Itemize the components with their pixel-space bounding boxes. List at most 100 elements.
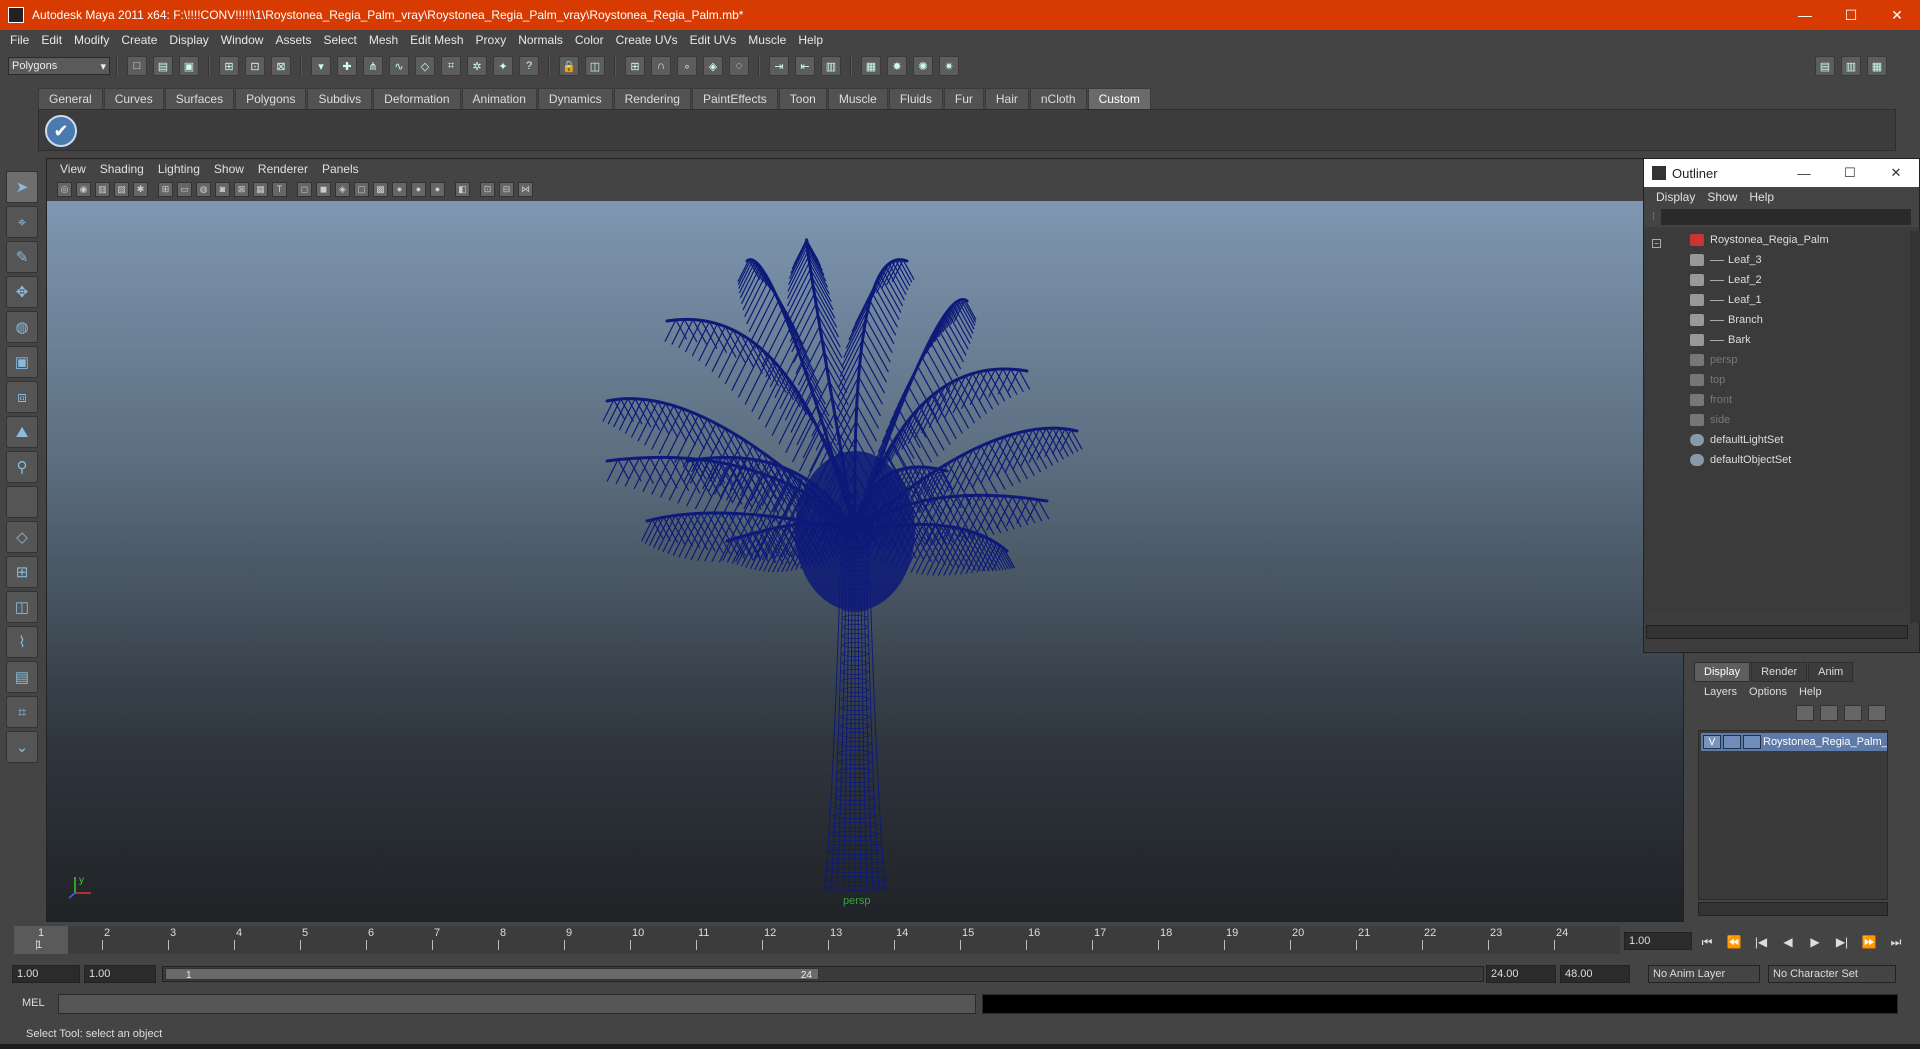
outliner-item-default-light-set[interactable]: defaultLightSet (1690, 431, 1783, 449)
outliner-item-front[interactable]: front (1690, 391, 1732, 409)
layer-horizontal-scrollbar[interactable] (1698, 902, 1888, 916)
layer-playback-toggle[interactable] (1723, 735, 1741, 749)
render-view-icon[interactable]: ▦ (861, 56, 881, 76)
shelf-tab-fur[interactable]: Fur (943, 88, 984, 109)
pick-rendering-icon[interactable]: ✦ (493, 56, 513, 76)
viewport-canvas[interactable]: y persp (47, 201, 1683, 921)
attribute-editor-toggle-icon[interactable]: ▤ (1815, 56, 1835, 76)
time-slider[interactable]: 1 1 2 3 4 5 6 7 8 9 10 11 12 13 14 15 16 17 18 19 20 21 22 23 2… (14, 926, 1620, 954)
safe-title-icon[interactable]: ▦ (253, 181, 268, 197)
viewport-menu-show[interactable]: Show (207, 162, 251, 176)
four-view-layout-icon[interactable]: ⊞ (6, 556, 38, 588)
viewport-menu-shading[interactable]: Shading (93, 162, 151, 176)
play-forwards-icon[interactable]: ▶ (1804, 932, 1826, 952)
select-tool-icon[interactable]: ➤ (6, 171, 38, 203)
shelf-tab-hair[interactable]: Hair (984, 88, 1029, 109)
grid-icon[interactable]: ⊞ (158, 181, 173, 197)
xray-icon[interactable]: ▢ (354, 181, 369, 197)
outliner-maximize-button[interactable]: ☐ (1827, 165, 1873, 181)
menu-edit[interactable]: Edit (35, 33, 68, 47)
menu-proxy[interactable]: Proxy (470, 33, 513, 47)
outliner-item-leaf-2[interactable]: Leaf_2 (1690, 271, 1762, 289)
anim-layer-selector[interactable]: No Anim Layer (1648, 965, 1760, 983)
menu-set-selector[interactable]: Polygons ▾ (8, 57, 110, 75)
outliner-item-branch[interactable]: Branch (1690, 311, 1763, 329)
new-empty-layer-icon[interactable] (1844, 705, 1862, 721)
shelf-tab-dynamics[interactable]: Dynamics (537, 88, 613, 109)
lights-icon[interactable]: ● (392, 181, 407, 197)
camera-attributes-icon[interactable]: ◉ (76, 181, 91, 197)
menu-edit-mesh[interactable]: Edit Mesh (404, 33, 469, 47)
layer-menu-help[interactable]: Help (1793, 686, 1828, 698)
outliner-collapse-icon[interactable]: − (1652, 234, 1661, 252)
layer-color-swatch[interactable] (1743, 735, 1761, 749)
close-button[interactable]: ✕ (1874, 0, 1920, 30)
outliner-menu-help[interactable]: Help (1743, 190, 1780, 204)
outliner-search-input[interactable] (1661, 209, 1912, 225)
minimize-button[interactable]: — (1782, 0, 1828, 30)
shelf-tab-polygons[interactable]: Polygons (235, 88, 307, 109)
more-layouts-icon[interactable]: ⌄ (6, 731, 38, 763)
camera-select-icon[interactable]: ◎ (57, 181, 72, 197)
menu-normals[interactable]: Normals (512, 33, 569, 47)
wireframe-icon[interactable]: ◻ (297, 181, 312, 197)
outliner-menu-show[interactable]: Show (1701, 190, 1743, 204)
outliner-vertical-scrollbar[interactable] (1910, 231, 1920, 623)
menu-select[interactable]: Select (317, 33, 362, 47)
outliner-item-bark[interactable]: Bark (1690, 331, 1751, 349)
mel-label[interactable]: MEL (22, 997, 45, 1009)
pick-dynamics-icon[interactable]: ✲ (467, 56, 487, 76)
range-slider-handle[interactable]: 1 24 (165, 968, 819, 981)
go-to-end-icon[interactable]: ⏭ (1885, 932, 1907, 952)
select-hierarchy-icon[interactable]: ⊞ (219, 56, 239, 76)
render-settings-icon[interactable]: ✷ (939, 56, 959, 76)
menu-create-uvs[interactable]: Create UVs (610, 33, 684, 47)
layer-tab-anim[interactable]: Anim (1808, 662, 1854, 682)
character-set-selector[interactable]: No Character Set (1768, 965, 1896, 983)
layer-tab-display[interactable]: Display (1694, 662, 1751, 682)
safe-action-icon[interactable]: ⊠ (234, 181, 249, 197)
pick-curves-icon[interactable]: ∿ (389, 56, 409, 76)
menu-window[interactable]: Window (215, 33, 270, 47)
step-forward-frame-icon[interactable]: ▶| (1831, 932, 1853, 952)
new-layer-selected-icon[interactable] (1868, 705, 1886, 721)
shelf-tab-toon[interactable]: Toon (778, 88, 827, 109)
ipr-render-icon[interactable]: ✺ (913, 56, 933, 76)
animation-start-field[interactable]: 1.00 (12, 965, 80, 983)
rotate-tool-icon[interactable]: ◍ (6, 311, 38, 343)
outliner-close-button[interactable]: ✕ (1873, 165, 1919, 181)
share-icon[interactable]: ⋈ (518, 181, 533, 197)
viewport-menu-lighting[interactable]: Lighting (151, 162, 207, 176)
shelf-tab-rendering[interactable]: Rendering (613, 88, 691, 109)
outliner-menu-display[interactable]: Display (1650, 190, 1701, 204)
menu-edit-uvs[interactable]: Edit UVs (684, 33, 743, 47)
viewport-menu-renderer[interactable]: Renderer (251, 162, 315, 176)
layer-visibility-toggle[interactable]: V (1703, 735, 1721, 749)
move-layer-down-icon[interactable] (1820, 705, 1838, 721)
layer-row[interactable]: V Roystonea_Regia_Palm_l (1701, 733, 1887, 751)
checkmark-shelf-button[interactable]: ✔ (45, 115, 77, 147)
frame-selected-icon[interactable]: ⊟ (499, 181, 514, 197)
layer-menu-layers[interactable]: Layers (1698, 686, 1743, 698)
field-chart-icon[interactable]: ◙ (215, 181, 230, 197)
persp-graph-hypershade-layout-icon[interactable]: ⌗ (6, 696, 38, 728)
menu-color[interactable]: Color (569, 33, 610, 47)
resolution-gate-icon[interactable]: ▭ (177, 181, 192, 197)
paint-select-tool-icon[interactable]: ✎ (6, 241, 38, 273)
outliner-item-leaf-1[interactable]: Leaf_1 (1690, 291, 1762, 309)
snap-point-icon[interactable]: ∘ (677, 56, 697, 76)
mask-icon[interactable]: ▾ (311, 56, 331, 76)
menu-help[interactable]: Help (792, 33, 829, 47)
bookmark-icon[interactable]: ▥ (95, 181, 110, 197)
pick-joints-icon[interactable]: ⋔ (363, 56, 383, 76)
menu-modify[interactable]: Modify (68, 33, 115, 47)
outliner-horizontal-scrollbar[interactable] (1646, 625, 1908, 639)
universal-manipulator-icon[interactable]: ⧈ (6, 381, 38, 413)
show-manipulator-icon[interactable]: ⚲ (6, 451, 38, 483)
shelf-tab-painteffects[interactable]: PaintEffects (691, 88, 778, 109)
lock-selection-icon[interactable]: 🔒 (559, 56, 579, 76)
step-back-key-icon[interactable]: ⏪ (1723, 932, 1745, 952)
new-scene-icon[interactable]: □ (127, 56, 147, 76)
snap-plane-icon[interactable]: ◈ (703, 56, 723, 76)
open-scene-icon[interactable]: ▤ (153, 56, 173, 76)
